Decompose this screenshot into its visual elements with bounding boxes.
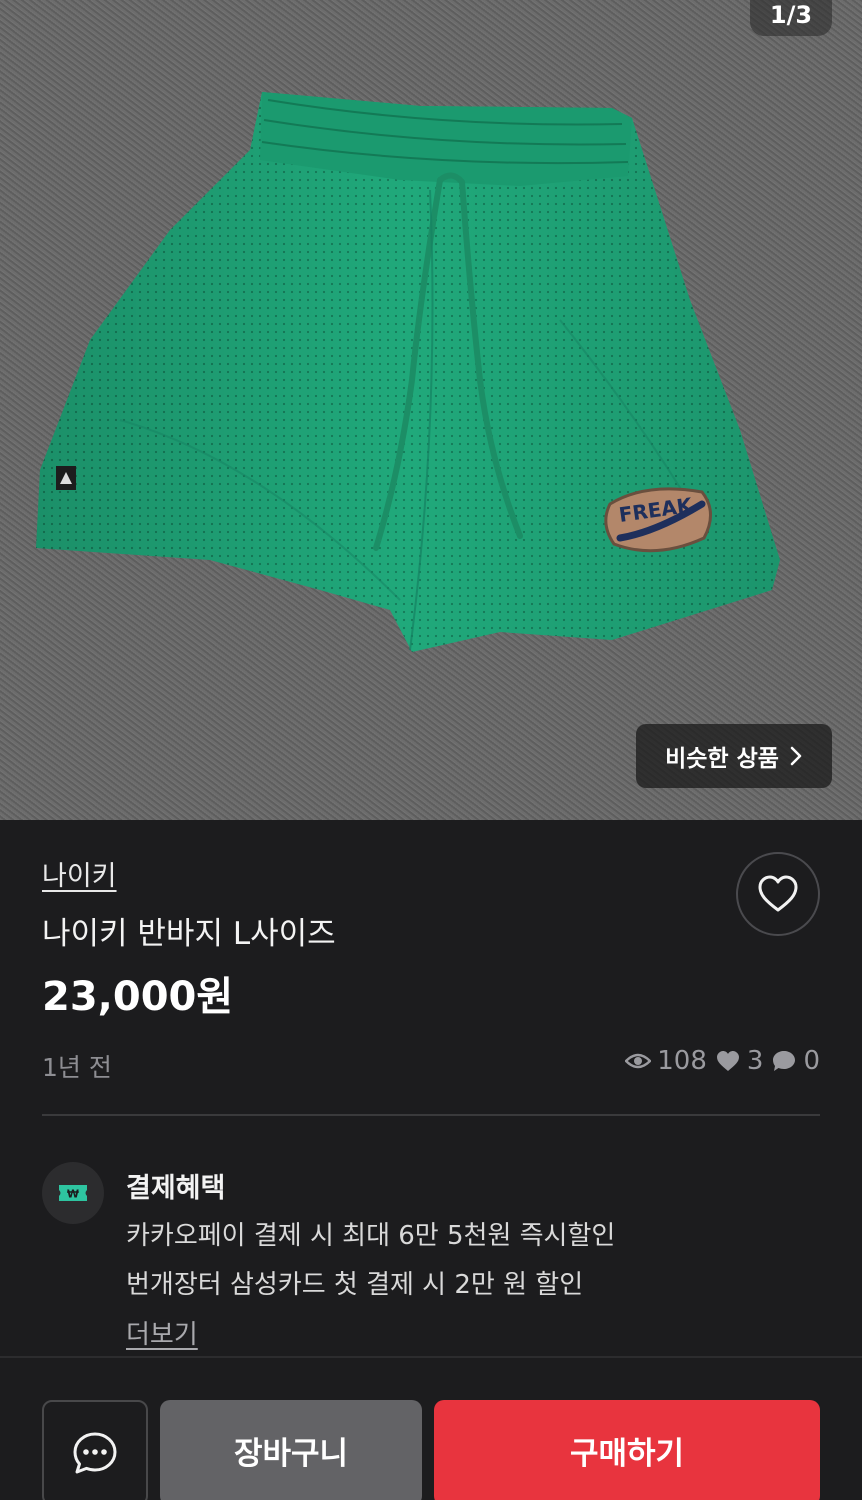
chats-count: 0 [803, 1046, 820, 1076]
product-stats: 108 3 0 [625, 1046, 820, 1076]
eye-icon [625, 1053, 652, 1069]
views-stat: 108 [625, 1046, 707, 1076]
image-pager: 1/3 [750, 0, 832, 36]
svg-text:₩: ₩ [67, 1188, 79, 1201]
product-title: 나이키 반바지 L사이즈 [42, 916, 336, 952]
benefit-line-kakaopay: 카카오페이 결제 시 최대 6만 5천원 즉시할인 [126, 1221, 616, 1251]
product-image-carousel[interactable]: FREAK 1/3 비슷한 상품 [0, 0, 862, 820]
benefit-more-link[interactable]: 더보기 [126, 1314, 198, 1351]
won-ticket-icon: ₩ [59, 1185, 87, 1201]
product-price: 23,000원 [42, 974, 234, 1020]
freak-patch: FREAK [604, 487, 712, 553]
chats-stat: 0 [771, 1046, 820, 1076]
add-to-cart-button[interactable]: 장바구니 [160, 1400, 422, 1500]
benefit-line-samsungcard: 번개장터 삼성카드 첫 결제 시 2만 원 할인 [126, 1270, 584, 1300]
product-photo: FREAK [36, 92, 780, 652]
chat-dots-icon [73, 1432, 117, 1474]
brand-link[interactable]: 나이키 [42, 854, 117, 893]
similar-products-button[interactable]: 비슷한 상품 [636, 724, 832, 788]
posted-time: 1년 전 [42, 1053, 112, 1082]
likes-count: 3 [746, 1046, 764, 1076]
similar-products-label: 비슷한 상품 [665, 746, 779, 772]
benefit-title: 결제혜택 [126, 1173, 226, 1204]
chevron-right-icon [790, 746, 802, 766]
chat-bubble-icon [773, 1051, 796, 1071]
buy-button[interactable]: 구매하기 [434, 1400, 820, 1500]
like-button[interactable] [736, 852, 820, 936]
benefit-icon-badge: ₩ [42, 1162, 104, 1224]
views-count: 108 [657, 1046, 707, 1076]
section-divider [42, 1114, 820, 1116]
chat-button[interactable] [42, 1400, 148, 1500]
heart-filled-icon [716, 1051, 739, 1071]
heart-outline-icon [758, 875, 798, 912]
likes-stat: 3 [715, 1046, 764, 1076]
